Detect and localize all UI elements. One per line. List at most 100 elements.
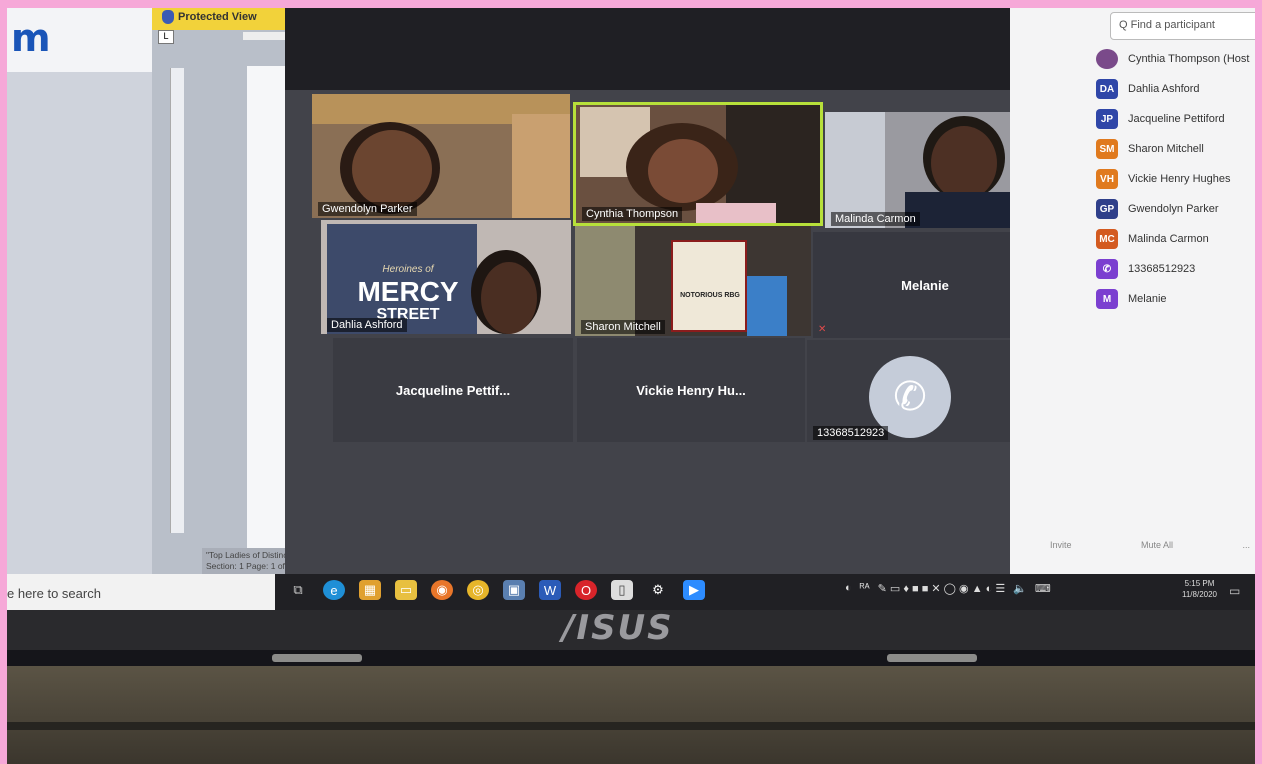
- video-tile-cynthia[interactable]: Cynthia Thompson: [573, 102, 823, 226]
- participant-name: Cynthia Thompson (Host: [1128, 53, 1250, 65]
- video-tile-phone[interactable]: ✆ 13368512923: [807, 340, 1029, 442]
- mute-all-button[interactable]: Mute All: [1141, 540, 1173, 550]
- tile-name-label: Malinda Carmon: [831, 212, 920, 226]
- file-explorer-icon[interactable]: ▭: [395, 580, 417, 600]
- laptop-deck: [7, 666, 1255, 764]
- face-shape: [352, 130, 432, 208]
- phone-icon: ✆: [893, 375, 927, 419]
- chrome-icon[interactable]: ◎: [467, 580, 489, 600]
- doc-status-title: "Top Ladies of Distinc: [206, 550, 288, 560]
- face-shape: [931, 126, 997, 200]
- clock-time: 5:15 PM: [1184, 579, 1215, 588]
- participant-avatar: GP: [1096, 199, 1118, 219]
- tile-name-label: Cynthia Thompson: [582, 207, 683, 221]
- participants-panel: Q Find a participant Cynthia Thompson (H…: [1010, 8, 1255, 576]
- people-icon[interactable]: ᴿᴬ: [860, 582, 870, 595]
- tile-center-name: Melanie: [901, 277, 949, 293]
- taskbar-search-input[interactable]: e here to search: [7, 574, 275, 610]
- store-icon[interactable]: ▦: [359, 580, 381, 600]
- video-tile-melanie[interactable]: Melanie ✕: [813, 232, 1037, 338]
- participant-name: Melanie: [1128, 293, 1167, 305]
- video-tile-jacqueline[interactable]: Jacqueline Pettif...: [333, 338, 573, 442]
- participant-name: Gwendolyn Parker: [1128, 203, 1219, 215]
- hinge-left: [272, 654, 362, 662]
- vertical-ruler: [170, 68, 184, 533]
- zoom-icon[interactable]: ▶: [683, 580, 705, 600]
- app-icon[interactable]: ▣: [503, 580, 525, 600]
- participant-search-input[interactable]: Q Find a participant: [1110, 12, 1255, 40]
- hinge-right: [887, 654, 977, 662]
- video-tile-vickie[interactable]: Vickie Henry Hu...: [577, 338, 805, 442]
- curtain-side: [512, 114, 570, 218]
- participant-row[interactable]: JP Jacqueline Pettiford: [1096, 104, 1255, 134]
- participant-avatar: JP: [1096, 109, 1118, 129]
- volume-icon[interactable]: 🔈: [1013, 582, 1027, 595]
- participant-name: Dahlia Ashford: [1128, 83, 1200, 95]
- participant-row[interactable]: Cynthia Thompson (Host: [1096, 44, 1255, 74]
- tab-selector[interactable]: L: [158, 30, 174, 44]
- deck-edge: [7, 722, 1255, 730]
- participant-row[interactable]: VH Vickie Henry Hughes: [1096, 164, 1255, 194]
- tray-icons-group[interactable]: ✎ ▭ ♦ ■ ■ ✕ ◯ ◉ ▲ ◐ ☰: [878, 582, 1006, 595]
- video-tile-gwendolyn[interactable]: Gwendolyn Parker: [312, 94, 570, 218]
- participant-list: Cynthia Thompson (Host DA Dahlia Ashford…: [1096, 44, 1255, 314]
- system-tray: ◐ ᴿᴬ ✎ ▭ ♦ ■ ■ ✕ ◯ ◉ ▲ ◐ ☰ 🔈 ⌨: [845, 582, 1051, 595]
- brand-logo: /ISUS: [562, 608, 674, 648]
- book-title-line2: MERCY: [357, 276, 459, 307]
- video-tile-sharon[interactable]: NOTORIOUS RBG Sharon Mitchell: [575, 226, 811, 336]
- tile-center-name: Vickie Henry Hu...: [636, 382, 746, 398]
- tile-center-name: Jacqueline Pettif...: [395, 382, 511, 398]
- tile-name-label: Gwendolyn Parker: [318, 202, 417, 216]
- shield-icon: [162, 10, 174, 24]
- keyboard-icon[interactable]: ⌨: [1035, 582, 1051, 595]
- participant-avatar: MC: [1096, 229, 1118, 249]
- tile-name-label: 13368512923: [813, 426, 889, 440]
- zoom-top-area: [285, 8, 1010, 90]
- panel-footer: Invite Mute All ...: [1050, 540, 1250, 550]
- blue-shirt: [747, 276, 787, 336]
- windows-taskbar: e here to search ⧉ e ▦ ▭ ◉ ◎ ▣ W O ▯ ⚙ ▶…: [7, 574, 1255, 610]
- pink-shirt: [696, 203, 776, 223]
- edge-icon[interactable]: e: [323, 580, 345, 600]
- participant-name: Malinda Carmon: [1128, 233, 1209, 245]
- clock-date: 11/8/2020: [1182, 590, 1217, 599]
- word-icon[interactable]: W: [539, 580, 561, 600]
- book-notorious-rbg: [671, 240, 747, 332]
- video-tile-dahlia[interactable]: Heroines of MERCY STREET Dahlia Ashford: [321, 220, 571, 334]
- participant-row[interactable]: GP Gwendolyn Parker: [1096, 194, 1255, 224]
- notepad-icon[interactable]: ▯: [611, 580, 633, 600]
- doc-logo: m: [7, 8, 152, 72]
- participant-row[interactable]: DA Dahlia Ashford: [1096, 74, 1255, 104]
- participant-row[interactable]: ✆ 13368512923: [1096, 254, 1255, 284]
- participant-row[interactable]: MC Malinda Carmon: [1096, 224, 1255, 254]
- face-shape: [481, 262, 537, 334]
- phone-icon: ✆: [1096, 259, 1118, 279]
- invite-button[interactable]: Invite: [1050, 540, 1072, 550]
- participant-name: Sharon Mitchell: [1128, 143, 1204, 155]
- protected-view-bar[interactable]: Protected View: [152, 8, 292, 30]
- participant-avatar: VH: [1096, 169, 1118, 189]
- doc-status-bar: "Top Ladies of Distinc Section: 1 Page: …: [202, 548, 292, 576]
- settings-gear-icon[interactable]: ⚙: [647, 580, 669, 600]
- opera-icon[interactable]: O: [575, 580, 597, 600]
- taskbar-clock[interactable]: 5:15 PM 11/8/2020: [1182, 578, 1217, 600]
- participant-row[interactable]: SM Sharon Mitchell: [1096, 134, 1255, 164]
- participant-avatar: SM: [1096, 139, 1118, 159]
- more-button[interactable]: ...: [1242, 540, 1250, 550]
- participant-avatar: [1096, 49, 1118, 69]
- tile-name-label: Dahlia Ashford: [327, 318, 407, 332]
- participant-row[interactable]: M Melanie: [1096, 284, 1255, 314]
- mic-muted-icon: ✕: [818, 324, 827, 335]
- notification-icon[interactable]: ▭: [1229, 584, 1240, 598]
- photo-frame: m Protected View L "Top Ladies of Distin…: [7, 8, 1255, 764]
- face-shape: [648, 139, 718, 203]
- protected-view-label: Protected View: [178, 11, 257, 23]
- task-view-icon[interactable]: ⧉: [287, 580, 309, 600]
- participant-avatar: M: [1096, 289, 1118, 309]
- doc-status-section: Section: 1 Page: 1 of: [206, 561, 285, 571]
- participant-name: Vickie Henry Hughes: [1128, 173, 1231, 185]
- book-title-line1: Heroines of: [382, 264, 434, 275]
- firefox-icon[interactable]: ◉: [431, 580, 453, 600]
- word-doc-left-pane: [7, 8, 152, 578]
- weather-icon[interactable]: ◐: [845, 582, 852, 595]
